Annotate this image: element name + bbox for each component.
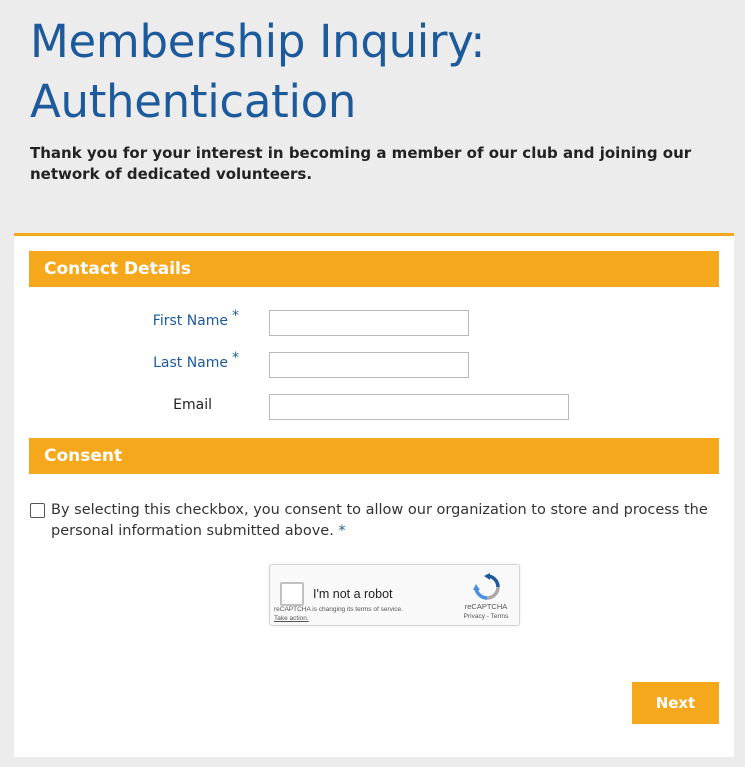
email-label: Email	[14, 397, 239, 413]
first-name-label-text: First Name	[152, 313, 228, 329]
recaptcha-checkbox[interactable]	[280, 582, 304, 606]
first-name-input[interactable]	[269, 310, 469, 336]
consent-header: Consent	[29, 438, 719, 474]
recaptcha-logo-icon	[473, 573, 500, 600]
required-marker: *	[232, 308, 239, 324]
consent-required-marker: *	[338, 523, 346, 539]
last-name-label: Last Name *	[14, 350, 239, 371]
intro-text: Thank you for your interest in becoming …	[30, 144, 692, 183]
consent-text: By selecting this checkbox, you consent …	[51, 500, 711, 542]
contact-details-header: Contact Details	[29, 251, 719, 287]
form-card: Contact Details First Name * Last Name * E…	[14, 233, 734, 757]
last-name-label-text: Last Name	[153, 355, 228, 371]
recaptcha-brand: reCAPTCHA	[464, 602, 508, 611]
first-name-label: First Name *	[14, 308, 239, 329]
recaptcha-label: I'm not a robot	[313, 587, 393, 601]
page-title: Membership Inquiry: Authentication	[30, 15, 486, 128]
recaptcha-take-action-link[interactable]: Take action.	[274, 615, 309, 622]
required-marker: *	[232, 350, 239, 366]
consent-checkbox[interactable]	[30, 503, 45, 518]
recaptcha-notice: reCAPTCHA is changing its terms of servi…	[274, 606, 403, 613]
consent-statement: By selecting this checkbox, you consent …	[51, 502, 708, 539]
last-name-input[interactable]	[269, 352, 469, 378]
recaptcha-widget: I'm not a robot reCAPTCHA is changing it…	[269, 564, 520, 626]
next-button[interactable]: Next	[632, 682, 719, 724]
email-input[interactable]	[269, 394, 569, 420]
recaptcha-privacy-terms-links[interactable]: Privacy - Terms	[456, 613, 516, 620]
email-label-text: Email	[173, 397, 212, 413]
